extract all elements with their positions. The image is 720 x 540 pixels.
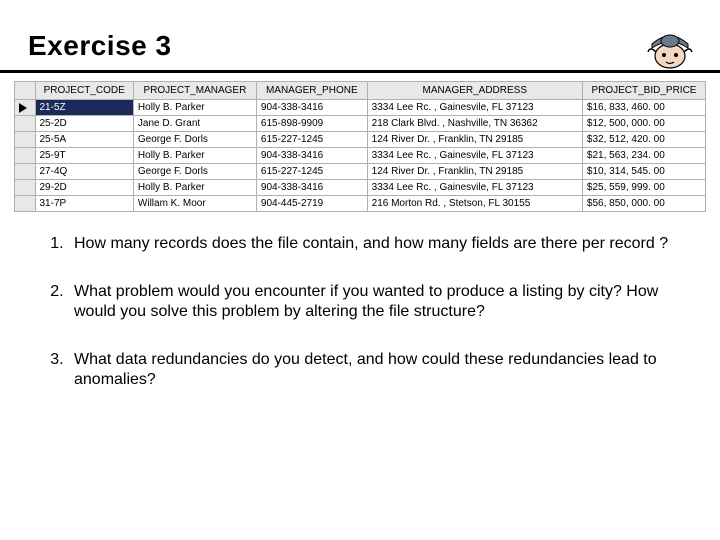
table-header-row: PROJECT_CODE PROJECT_MANAGER MANAGER_PHO… bbox=[15, 82, 706, 100]
cell-manager-address: 3334 Lee Rc. , Gainesvile, FL 37123 bbox=[367, 148, 582, 164]
cell-project-manager: Jane D. Grant bbox=[133, 116, 256, 132]
cell-manager-phone: 904-338-3416 bbox=[256, 100, 367, 116]
cell-project-code: 27-4Q bbox=[35, 164, 133, 180]
cell-manager-address: 218 Clark Blvd. , Nashville, TN 36362 bbox=[367, 116, 582, 132]
table-row: 27-4QGeorge F. Dorls615-227-1245124 Rive… bbox=[15, 164, 706, 180]
cell-project-code: 25-5A bbox=[35, 132, 133, 148]
cell-project-manager: Holly B. Parker bbox=[133, 148, 256, 164]
cell-project-manager: Holly B. Parker bbox=[133, 100, 256, 116]
cell-project-manager: George F. Dorls bbox=[133, 164, 256, 180]
cell-bid-price: $12, 500, 000. 00 bbox=[582, 116, 705, 132]
cell-manager-phone: 615-898-9909 bbox=[256, 116, 367, 132]
table-row: 21-5ZHolly B. Parker904-338-34163334 Lee… bbox=[15, 100, 706, 116]
cell-manager-phone: 615-227-1245 bbox=[256, 132, 367, 148]
col-header: PROJECT_CODE bbox=[35, 82, 133, 100]
cell-bid-price: $16, 833, 460. 00 bbox=[582, 100, 705, 116]
page-title: Exercise 3 bbox=[28, 30, 692, 62]
cell-manager-address: 3334 Lee Rc. , Gainesvile, FL 37123 bbox=[367, 100, 582, 116]
corner-cell bbox=[15, 82, 36, 100]
cell-manager-address: 3334 Lee Rc. , Gainesvile, FL 37123 bbox=[367, 180, 582, 196]
data-table: PROJECT_CODE PROJECT_MANAGER MANAGER_PHO… bbox=[14, 81, 706, 212]
cell-project-code: 25-9T bbox=[35, 148, 133, 164]
row-header bbox=[15, 116, 36, 132]
row-header bbox=[15, 164, 36, 180]
cell-bid-price: $10, 314, 545. 00 bbox=[582, 164, 705, 180]
cell-project-code: 21-5Z bbox=[35, 100, 133, 116]
table-row: 25-5AGeorge F. Dorls615-227-1245124 Rive… bbox=[15, 132, 706, 148]
cell-project-manager: Willam K. Moor bbox=[133, 196, 256, 212]
cell-project-manager: George F. Dorls bbox=[133, 132, 256, 148]
cell-manager-address: 124 River Dr. , Franklin, TN 29185 bbox=[367, 164, 582, 180]
col-header: MANAGER_PHONE bbox=[256, 82, 367, 100]
title-rule bbox=[0, 70, 720, 73]
row-header bbox=[15, 100, 36, 116]
cell-project-code: 29-2D bbox=[35, 180, 133, 196]
cell-manager-address: 216 Morton Rd. , Stetson, FL 30155 bbox=[367, 196, 582, 212]
list-item: What problem would you encounter if you … bbox=[68, 282, 692, 322]
table-row: 25-2DJane D. Grant615-898-9909218 Clark … bbox=[15, 116, 706, 132]
cell-bid-price: $25, 559, 999. 00 bbox=[582, 180, 705, 196]
row-header bbox=[15, 180, 36, 196]
cell-project-code: 31-7P bbox=[35, 196, 133, 212]
cell-bid-price: $32, 512, 420. 00 bbox=[582, 132, 705, 148]
avatar bbox=[642, 22, 698, 70]
question-list: How many records does the file contain, … bbox=[28, 234, 692, 390]
row-header bbox=[15, 148, 36, 164]
col-header: MANAGER_ADDRESS bbox=[367, 82, 582, 100]
cell-manager-phone: 904-338-3416 bbox=[256, 180, 367, 196]
row-header bbox=[15, 196, 36, 212]
row-header bbox=[15, 132, 36, 148]
table-row: 31-7PWillam K. Moor904-445-2719216 Morto… bbox=[15, 196, 706, 212]
cell-bid-price: $21, 563, 234. 00 bbox=[582, 148, 705, 164]
cell-project-manager: Holly B. Parker bbox=[133, 180, 256, 196]
cell-manager-address: 124 River Dr. , Franklin, TN 29185 bbox=[367, 132, 582, 148]
cell-manager-phone: 904-445-2719 bbox=[256, 196, 367, 212]
cell-project-code: 25-2D bbox=[35, 116, 133, 132]
table-row: 29-2DHolly B. Parker904-338-34163334 Lee… bbox=[15, 180, 706, 196]
col-header: PROJECT_MANAGER bbox=[133, 82, 256, 100]
cell-manager-phone: 615-227-1245 bbox=[256, 164, 367, 180]
list-item: How many records does the file contain, … bbox=[68, 234, 692, 254]
cell-bid-price: $56, 850, 000. 00 bbox=[582, 196, 705, 212]
cell-manager-phone: 904-338-3416 bbox=[256, 148, 367, 164]
list-item: What data redundancies do you detect, an… bbox=[68, 350, 692, 390]
col-header: PROJECT_BID_PRICE bbox=[582, 82, 705, 100]
table-row: 25-9THolly B. Parker904-338-34163334 Lee… bbox=[15, 148, 706, 164]
